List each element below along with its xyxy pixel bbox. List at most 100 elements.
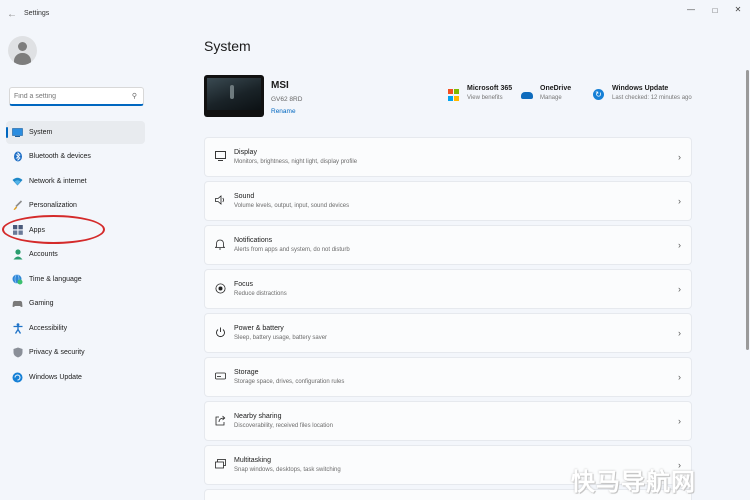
quick-link-title: OneDrive xyxy=(540,85,572,92)
quick-link-microsoft-365[interactable]: Microsoft 365 View benefits xyxy=(448,85,512,101)
chevron-right-icon: › xyxy=(678,196,681,206)
watermark: 快马导航网 xyxy=(571,469,696,496)
quick-link-subtitle: Manage xyxy=(540,95,562,101)
sidebar-item-network[interactable]: Network & internet xyxy=(6,170,145,193)
quick-link-title: Windows Update xyxy=(612,85,669,92)
windows-update-icon xyxy=(12,372,23,383)
card-subtitle: Snap windows, desktops, task switching xyxy=(234,467,341,473)
share-icon xyxy=(214,415,226,428)
sidebar-item-label: System xyxy=(29,128,53,136)
card-storage[interactable]: Storage Storage space, drives, configura… xyxy=(204,357,692,397)
sidebar-item-windows-update[interactable]: Windows Update xyxy=(6,366,145,389)
sidebar-item-personalization[interactable]: Personalization xyxy=(6,195,145,218)
scrollbar-thumb[interactable] xyxy=(746,70,749,350)
search-input[interactable] xyxy=(14,92,124,100)
shield-icon xyxy=(12,347,23,358)
sidebar-item-label: Personalization xyxy=(29,202,77,210)
page-title: System xyxy=(204,38,251,54)
sidebar-item-accounts[interactable]: Accounts xyxy=(6,244,145,267)
sidebar-item-label: Network & internet xyxy=(29,177,87,185)
sidebar-item-label: Accessibility xyxy=(29,324,68,332)
card-subtitle: Storage space, drives, configuration rul… xyxy=(234,379,345,385)
close-icon[interactable]: ✕ xyxy=(733,5,743,14)
card-subtitle: Volume levels, output, input, sound devi… xyxy=(234,203,350,209)
sidebar-item-bluetooth[interactable]: Bluetooth & devices xyxy=(6,146,145,169)
sidebar-item-accessibility[interactable]: Accessibility xyxy=(6,317,145,340)
card-subtitle: Monitors, brightness, night light, displ… xyxy=(234,159,358,165)
sidebar-item-label: Privacy & security xyxy=(29,349,85,357)
brush-icon xyxy=(12,200,23,211)
card-title: Power & battery xyxy=(234,325,284,332)
card-subtitle: Reduce distractions xyxy=(234,291,287,297)
chevron-right-icon: › xyxy=(678,240,681,250)
monitor-icon xyxy=(214,151,226,163)
sidebar-item-apps[interactable]: Apps xyxy=(6,219,145,242)
card-nearby-sharing[interactable]: Nearby sharing Discoverability, received… xyxy=(204,401,692,441)
search-icon[interactable]: ⚲ xyxy=(132,92,137,100)
wifi-icon xyxy=(12,176,23,187)
bell-icon xyxy=(214,239,226,252)
window-title: Settings xyxy=(24,10,50,17)
card-title: Storage xyxy=(234,369,259,376)
speaker-icon xyxy=(214,195,226,207)
title-bar: ← Settings — □ ✕ xyxy=(0,0,750,30)
sidebar-item-label: Time & language xyxy=(29,275,82,283)
accessibility-icon xyxy=(12,322,23,334)
avatar[interactable] xyxy=(8,36,37,65)
card-display[interactable]: Display Monitors, brightness, night ligh… xyxy=(204,137,692,177)
card-subtitle: Alerts from apps and system, do not dist… xyxy=(234,247,350,253)
device-name: MSI xyxy=(271,80,289,91)
avatar-body-icon xyxy=(14,53,31,65)
card-title: Sound xyxy=(234,193,255,200)
wallpaper-image xyxy=(207,78,261,110)
search-box[interactable]: ⚲ xyxy=(9,87,144,106)
avatar-head-icon xyxy=(18,42,27,51)
sidebar-item-label: Apps xyxy=(29,226,45,234)
storage-drive-icon xyxy=(214,372,226,382)
system-icon xyxy=(12,127,23,138)
quick-link-title: Microsoft 365 xyxy=(467,85,513,92)
quick-link-onedrive[interactable]: OneDrive Manage xyxy=(521,85,571,101)
sidebar-item-time-language[interactable]: Time & language xyxy=(6,268,145,291)
card-title: Focus xyxy=(234,281,254,288)
microsoft-logo-icon xyxy=(448,89,460,101)
onedrive-cloud-icon xyxy=(521,89,533,101)
device-model: GV62 8RD xyxy=(271,96,303,103)
card-title: Display xyxy=(234,149,257,156)
chevron-right-icon: › xyxy=(678,284,681,294)
sidebar-item-label: Gaming xyxy=(29,300,54,308)
chevron-right-icon: › xyxy=(678,328,681,338)
sidebar-nav: System Bluetooth & devices Network & int… xyxy=(6,121,145,391)
minimize-icon[interactable]: — xyxy=(686,5,696,14)
quick-link-windows-update[interactable]: ↻ Windows Update Last checked: 12 minute… xyxy=(593,85,692,101)
quick-link-subtitle: Last checked: 12 minutes ago xyxy=(612,95,692,101)
sidebar-item-system[interactable]: System xyxy=(6,121,145,144)
chevron-right-icon: › xyxy=(678,372,681,382)
sidebar-item-privacy[interactable]: Privacy & security xyxy=(6,342,145,365)
card-title: Multitasking xyxy=(234,457,271,464)
chevron-right-icon: › xyxy=(678,416,681,426)
card-focus[interactable]: Focus Reduce distractions › xyxy=(204,269,692,309)
sidebar-item-label: Windows Update xyxy=(29,373,82,381)
accounts-icon xyxy=(12,249,23,260)
sidebar-item-label: Bluetooth & devices xyxy=(29,153,91,161)
card-notifications[interactable]: Notifications Alerts from apps and syste… xyxy=(204,225,692,265)
card-title: Nearby sharing xyxy=(234,413,282,420)
sidebar-item-gaming[interactable]: Gaming xyxy=(6,293,145,316)
scrollbar[interactable] xyxy=(744,30,750,500)
card-subtitle: Sleep, battery usage, battery saver xyxy=(234,335,328,341)
card-sound[interactable]: Sound Volume levels, output, input, soun… xyxy=(204,181,692,221)
quick-link-subtitle: View benefits xyxy=(467,95,503,101)
power-icon xyxy=(214,327,226,340)
focus-icon xyxy=(214,283,226,296)
back-arrow-icon[interactable]: ← xyxy=(7,9,17,20)
card-subtitle: Discoverability, received files location xyxy=(234,423,333,429)
rename-link[interactable]: Rename xyxy=(271,108,296,115)
chevron-right-icon: › xyxy=(678,152,681,162)
multitasking-icon xyxy=(214,459,226,471)
windows-update-icon: ↻ xyxy=(593,89,605,101)
maximize-icon[interactable]: □ xyxy=(710,6,720,15)
card-title: Notifications xyxy=(234,237,273,244)
sidebar-item-label: Accounts xyxy=(29,251,58,259)
card-power-battery[interactable]: Power & battery Sleep, battery usage, ba… xyxy=(204,313,692,353)
